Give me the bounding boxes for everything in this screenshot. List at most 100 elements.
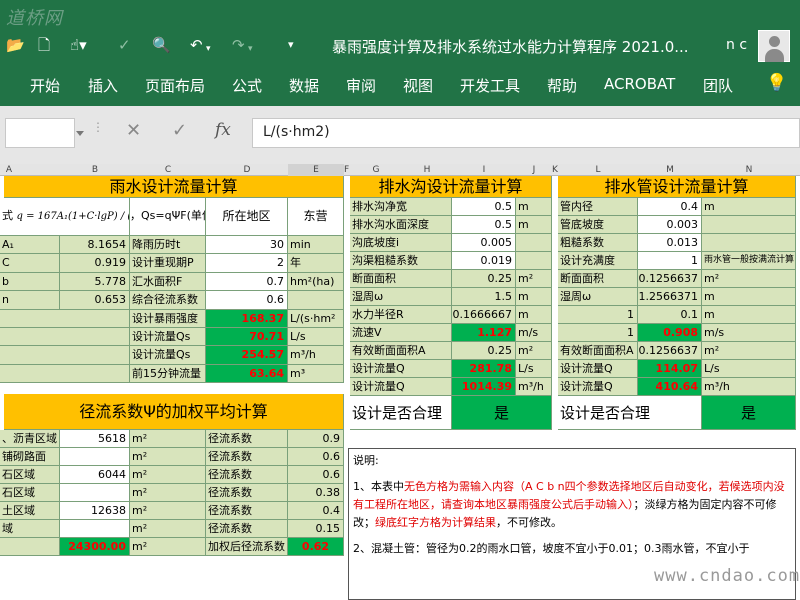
pipe-value: 0.1256637 (638, 342, 702, 360)
region-select[interactable]: 东营 (288, 198, 344, 236)
tab-developer[interactable]: 开发工具 (460, 75, 520, 96)
pipe-reason-label: 设计是否合理 (558, 396, 702, 430)
pipe-unit: m² (702, 270, 796, 288)
customize-toolbar-icon[interactable]: ▾ (288, 36, 294, 54)
pipe-flow-title: 排水管设计流量计算 (558, 176, 796, 198)
input-unit: hm²(ha) (288, 272, 344, 292)
ditch-value[interactable]: 0.019 (452, 252, 516, 270)
surface-type: 铺砌路面 (0, 448, 60, 466)
result-unit: m³ (288, 364, 344, 384)
result-label: 设计流量Qs (130, 328, 206, 347)
formula-input[interactable]: L/(s·hm2) (252, 118, 800, 148)
col-header-b[interactable]: B (60, 164, 130, 176)
tab-insert[interactable]: 插入 (88, 75, 118, 96)
lightbulb-icon[interactable]: 💡 (766, 73, 787, 93)
tab-home[interactable]: 开始 (30, 75, 60, 96)
surface-area[interactable]: 6044 (60, 466, 130, 484)
ditch-unit: m³/h (516, 378, 552, 396)
runoff-title: 径流系数Ψ的加权平均计算 (4, 394, 344, 430)
user-initials[interactable]: n c (726, 37, 747, 53)
ditch-value[interactable]: 0.5 (452, 198, 516, 216)
ditch-unit: L/s (516, 360, 552, 378)
pipe-reason-value: 是 (702, 396, 796, 430)
input-unit: min (288, 236, 344, 255)
touch-mode-icon[interactable]: ☝▾ (70, 36, 87, 54)
grip-icon: ⋮ (92, 120, 104, 134)
result-value: 168.37 (206, 309, 288, 328)
input-value[interactable]: 30 (206, 236, 288, 255)
enter-icon[interactable]: ✓ (172, 120, 187, 141)
pipe-value[interactable]: 1 (638, 252, 702, 270)
tab-data[interactable]: 数据 (289, 75, 319, 96)
tab-formulas[interactable]: 公式 (232, 75, 262, 96)
ditch-unit: m (516, 216, 552, 234)
pipe-value[interactable]: 0.4 (638, 198, 702, 216)
pipe-label: 设计充满度 (558, 252, 638, 270)
tab-page-layout[interactable]: 页面布局 (145, 75, 205, 96)
undo-icon[interactable]: ↶ (190, 36, 203, 54)
ditch-unit (516, 252, 552, 270)
pipe-value: 114.07 (638, 360, 702, 378)
col-header-h[interactable]: H (402, 164, 452, 176)
tab-review[interactable]: 审阅 (346, 75, 376, 96)
ditch-value[interactable]: 0.5 (452, 216, 516, 234)
coef-label: 径流系数 (206, 448, 288, 466)
input-value[interactable]: 0.6 (206, 291, 288, 310)
input-value[interactable]: 0.7 (206, 272, 288, 292)
region-label: 所在地区 (206, 198, 288, 236)
pipe-label: 粗糙系数 (558, 234, 638, 252)
tab-acrobat[interactable]: ACROBAT (604, 75, 675, 93)
surface-area[interactable]: 12638 (60, 502, 130, 520)
note-1: 1、本表中无色方格为需输入内容（A C b n四个参数选择地区后自动变化，若候选… (353, 478, 791, 532)
surface-area[interactable] (60, 520, 130, 538)
pipe-value: 0.1256637 (638, 270, 702, 288)
undo-dropdown-icon[interactable]: ▾ (206, 40, 211, 58)
col-header-c[interactable]: C (130, 164, 206, 176)
col-header-i[interactable]: I (452, 164, 516, 176)
pipe-value[interactable]: 0.003 (638, 216, 702, 234)
open-folder-icon[interactable]: 📂 (6, 36, 25, 54)
spreadsheet-grid[interactable]: A B C D E F G H I J K L M N 雨水设计流量计算 式 q… (0, 164, 800, 600)
param-name: C (0, 254, 60, 273)
col-header-g[interactable]: G (350, 164, 402, 176)
pipe-label: 有效断面面积A (558, 342, 638, 360)
ditch-value: 1.127 (452, 324, 516, 342)
cancel-icon[interactable]: ✕ (126, 120, 141, 141)
ditch-label: 有效断面面积A (350, 342, 452, 360)
tab-help[interactable]: 帮助 (547, 75, 577, 96)
tab-team[interactable]: 团队 (703, 75, 733, 96)
col-header-j[interactable]: J (516, 164, 552, 176)
insert-function-icon[interactable]: fx (215, 120, 231, 140)
spelling-icon[interactable]: ✓ (118, 36, 131, 54)
surface-area[interactable]: 5618 (60, 430, 130, 448)
ditch-unit: m (516, 288, 552, 306)
col-header-m[interactable]: M (638, 164, 702, 176)
col-header-l[interactable]: L (558, 164, 638, 176)
surface-area[interactable] (60, 448, 130, 466)
col-header-f[interactable]: F (344, 164, 349, 176)
input-value[interactable]: 2 (206, 254, 288, 273)
redo-icon[interactable]: ↷ (232, 36, 245, 54)
col-header-d[interactable]: D (206, 164, 288, 176)
area-unit: m² (130, 502, 206, 520)
col-header-e[interactable]: E (288, 164, 344, 176)
avatar[interactable] (758, 30, 790, 62)
surface-area[interactable] (60, 484, 130, 502)
ditch-value: 281.78 (452, 360, 516, 378)
ditch-value[interactable]: 0.005 (452, 234, 516, 252)
pipe-value[interactable]: 0.013 (638, 234, 702, 252)
col-header-n[interactable]: N (702, 164, 796, 176)
result-value: 63.64 (206, 364, 288, 384)
tab-view[interactable]: 视图 (403, 75, 433, 96)
col-header-a[interactable]: A (4, 164, 14, 176)
ditch-unit: m/s (516, 324, 552, 342)
rain-formula: 式 q = 167A₁(1+C·lgP) / (t+b)ⁿ (0, 198, 130, 236)
redo-dropdown-icon[interactable]: ▾ (248, 40, 253, 58)
note-1-red2: 绿底红字方格为计算结果 (375, 516, 496, 529)
area-unit: m² (130, 520, 206, 538)
new-document-icon[interactable]: 🗋 (38, 36, 50, 54)
print-preview-icon[interactable]: 🔍 (152, 36, 171, 54)
name-box[interactable] (5, 118, 84, 148)
ditch-label: 设计流量Q (350, 360, 452, 378)
ditch-unit: m² (516, 342, 552, 360)
